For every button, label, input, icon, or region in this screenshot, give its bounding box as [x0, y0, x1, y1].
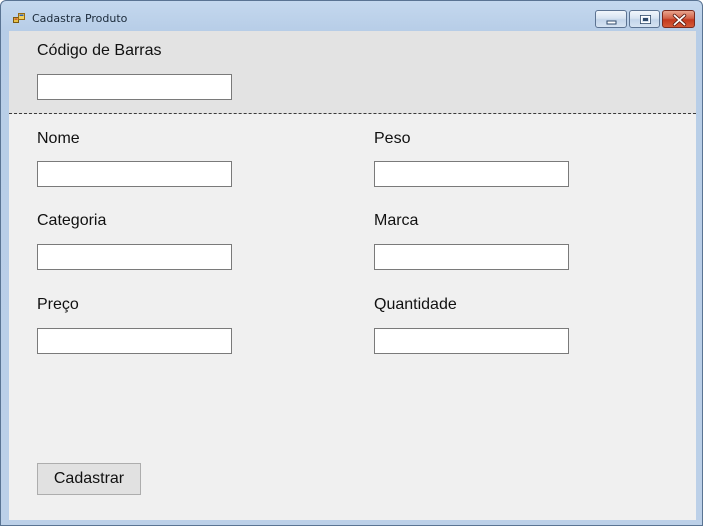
cadastrar-button[interactable]: Cadastrar: [37, 463, 141, 495]
preco-input[interactable]: [37, 328, 232, 354]
marca-label: Marca: [374, 212, 419, 229]
winforms-app-icon: [13, 13, 25, 23]
categoria-input[interactable]: [37, 244, 232, 270]
minimize-icon: [606, 20, 617, 25]
nome-label: Nome: [37, 130, 80, 147]
maximize-icon: [640, 15, 651, 24]
barcode-label: Código de Barras: [37, 42, 162, 59]
window-title: Cadastra Produto: [32, 12, 128, 25]
title-bar[interactable]: Cadastra Produto: [1, 1, 702, 31]
marca-input[interactable]: [374, 244, 569, 270]
quantidade-input[interactable]: [374, 328, 569, 354]
peso-label: Peso: [374, 130, 411, 147]
form-client-area: Código de Barras Nome Peso Categoria Mar…: [9, 31, 696, 520]
minimize-button[interactable]: [595, 10, 627, 28]
close-icon: [672, 13, 687, 27]
barcode-input[interactable]: [37, 74, 232, 100]
maximize-button[interactable]: [629, 10, 660, 28]
app-window: Cadastra Produto Código de Barras Nome P…: [0, 0, 703, 526]
nome-input[interactable]: [37, 161, 232, 187]
close-button[interactable]: [662, 10, 695, 28]
categoria-label: Categoria: [37, 212, 107, 229]
quantidade-label: Quantidade: [374, 296, 457, 313]
barcode-panel: Código de Barras: [9, 31, 696, 114]
peso-input[interactable]: [374, 161, 569, 187]
preco-label: Preço: [37, 296, 79, 313]
